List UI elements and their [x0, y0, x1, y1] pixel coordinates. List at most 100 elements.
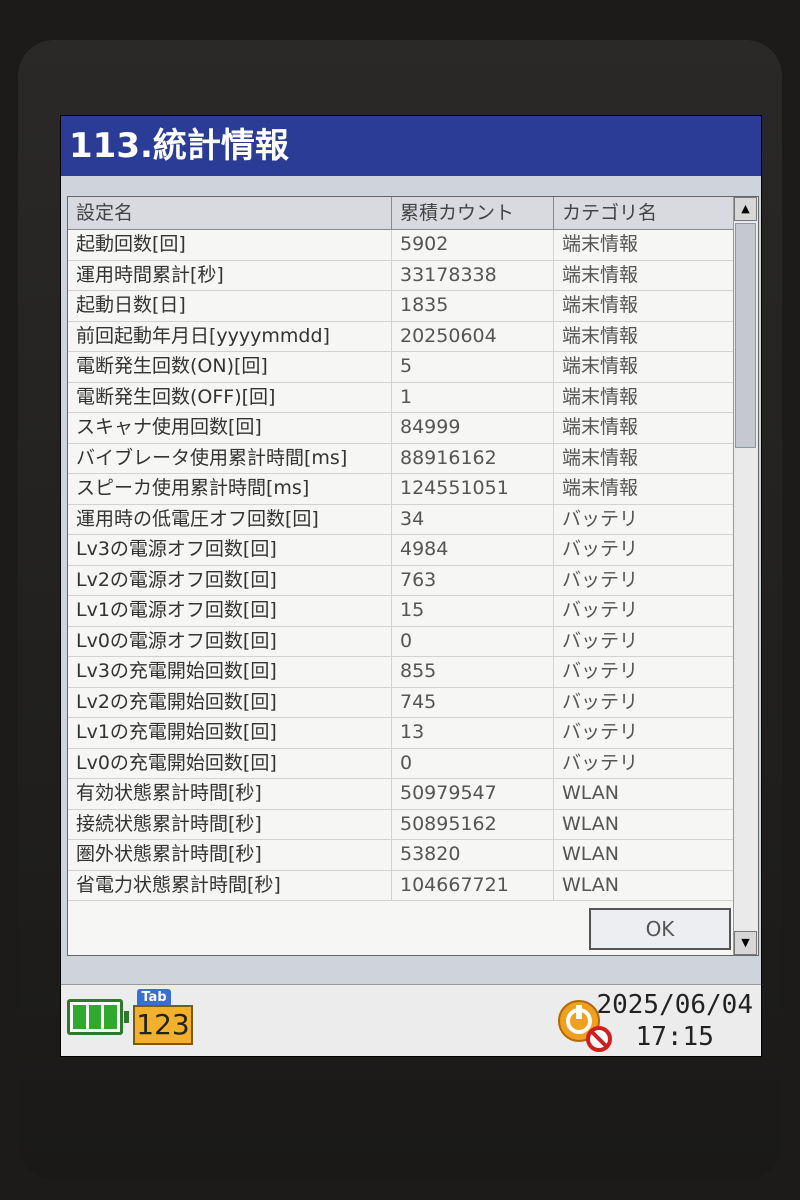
table-row[interactable]: 起動回数[回] 5902 端末情報	[68, 230, 734, 261]
page-title: 113.統計情報	[61, 116, 761, 176]
ok-button[interactable]: OK	[589, 908, 731, 950]
table-row[interactable]: Lv0の充電開始回数[回] 0 バッテリ	[68, 748, 734, 779]
table-row[interactable]: バイブレータ使用累計時間[ms] 88916162 端末情報	[68, 443, 734, 474]
scroll-up-arrow-icon[interactable]: ▲	[734, 197, 757, 221]
cell-setting-name: スピーカ使用累計時間[ms]	[68, 474, 392, 504]
table-header: 設定名 累積カウント カテゴリ名	[68, 197, 734, 230]
table-row[interactable]: 省電力状態累計時間[秒] 104667721 WLAN	[68, 870, 734, 901]
cell-category: WLAN	[554, 779, 734, 809]
cell-category: バッテリ	[554, 657, 734, 687]
table-row[interactable]: スピーカ使用累計時間[ms] 124551051 端末情報	[68, 474, 734, 505]
cell-category: バッテリ	[554, 718, 734, 748]
time-text: 17:15	[635, 1022, 714, 1052]
cell-category: 端末情報	[554, 443, 734, 473]
cell-setting-name: Lv1の充電開始回数[回]	[68, 718, 392, 748]
cell-setting-name: 接続状態累計時間[秒]	[68, 809, 392, 839]
cell-category: バッテリ	[554, 504, 734, 534]
battery-full-icon[interactable]	[67, 999, 129, 1035]
cell-setting-name: Lv0の電源オフ回数[回]	[68, 626, 392, 656]
cell-count: 13	[392, 718, 554, 748]
table-row[interactable]: スキャナ使用回数[回] 84999 端末情報	[68, 413, 734, 444]
column-header-count[interactable]: 累積カウント	[392, 197, 554, 229]
cell-count: 4984	[392, 535, 554, 565]
cell-count: 0	[392, 626, 554, 656]
cell-count: 0	[392, 748, 554, 778]
cell-category: バッテリ	[554, 565, 734, 595]
cell-setting-name: Lv3の電源オフ回数[回]	[68, 535, 392, 565]
cell-setting-name: 電断発生回数(OFF)[回]	[68, 382, 392, 412]
column-header-category[interactable]: カテゴリ名	[554, 197, 734, 229]
table-row[interactable]: Lv1の充電開始回数[回] 13 バッテリ	[68, 718, 734, 749]
vertical-scrollbar[interactable]: ▲ ▼	[733, 197, 758, 955]
date-text: 2025/06/04	[596, 990, 753, 1020]
cell-count: 745	[392, 687, 554, 717]
cell-setting-name: 起動回数[回]	[68, 230, 392, 260]
table-row[interactable]: 運用時間累計[秒] 33178338 端末情報	[68, 260, 734, 291]
cell-count: 855	[392, 657, 554, 687]
cell-count: 124551051	[392, 474, 554, 504]
cell-setting-name: 運用時の低電圧オフ回数[回]	[68, 504, 392, 534]
cell-setting-name: Lv1の電源オフ回数[回]	[68, 596, 392, 626]
table-row[interactable]: Lv3の充電開始回数[回] 855 バッテリ	[68, 657, 734, 688]
table-row[interactable]: 電断発生回数(OFF)[回] 1 端末情報	[68, 382, 734, 413]
cell-setting-name: 運用時間累計[秒]	[68, 260, 392, 290]
clock[interactable]: 2025/06/04 17:15	[596, 989, 753, 1053]
table-row[interactable]: 有効状態累計時間[秒] 50979547 WLAN	[68, 779, 734, 810]
column-header-setting-name[interactable]: 設定名	[68, 197, 392, 229]
cell-category: 端末情報	[554, 260, 734, 290]
cell-category: バッテリ	[554, 687, 734, 717]
cell-setting-name: 前回起動年月日[yyyymmdd]	[68, 321, 392, 351]
cell-setting-name: バイブレータ使用累計時間[ms]	[68, 443, 392, 473]
scrollbar-thumb[interactable]	[735, 223, 756, 448]
cell-setting-name: 起動日数[日]	[68, 291, 392, 321]
scroll-down-arrow-icon[interactable]: ▼	[734, 931, 757, 955]
cell-count: 84999	[392, 413, 554, 443]
cell-count: 1835	[392, 291, 554, 321]
table-row[interactable]: 接続状態累計時間[秒] 50895162 WLAN	[68, 809, 734, 840]
cell-category: 端末情報	[554, 413, 734, 443]
taskbar: Tab 123 2025/06/04 17:15	[61, 984, 761, 1056]
cell-category: WLAN	[554, 870, 734, 900]
cell-category: バッテリ	[554, 596, 734, 626]
table-row[interactable]: Lv0の電源オフ回数[回] 0 バッテリ	[68, 626, 734, 657]
table-row[interactable]: 電断発生回数(ON)[回] 5 端末情報	[68, 352, 734, 383]
cell-category: 端末情報	[554, 291, 734, 321]
table-row[interactable]: Lv3の電源オフ回数[回] 4984 バッテリ	[68, 535, 734, 566]
cell-category: バッテリ	[554, 535, 734, 565]
cell-setting-name: Lv2の充電開始回数[回]	[68, 687, 392, 717]
table-row[interactable]: Lv2の充電開始回数[回] 745 バッテリ	[68, 687, 734, 718]
table-row[interactable]: 前回起動年月日[yyyymmdd] 20250604 端末情報	[68, 321, 734, 352]
table-row[interactable]: 運用時の低電圧オフ回数[回] 34 バッテリ	[68, 504, 734, 535]
cell-count: 15	[392, 596, 554, 626]
statistics-list[interactable]: 設定名 累積カウント カテゴリ名 起動回数[回] 5902 端末情報 運用時間累計[秒…	[67, 196, 759, 956]
table-row[interactable]: 圏外状態累計時間[秒] 53820 WLAN	[68, 840, 734, 871]
cell-count: 104667721	[392, 870, 554, 900]
cell-category: 端末情報	[554, 321, 734, 351]
table-row[interactable]: 起動日数[日] 1835 端末情報	[68, 291, 734, 322]
cell-category: バッテリ	[554, 626, 734, 656]
cell-category: 端末情報	[554, 474, 734, 504]
cell-category: 端末情報	[554, 230, 734, 260]
cell-count: 50895162	[392, 809, 554, 839]
cell-setting-name: Lv3の充電開始回数[回]	[68, 657, 392, 687]
cell-setting-name: スキャナ使用回数[回]	[68, 413, 392, 443]
cell-count: 5902	[392, 230, 554, 260]
table-body: 起動回数[回] 5902 端末情報 運用時間累計[秒] 33178338 端末情報 起動日数…	[68, 230, 734, 901]
cell-count: 763	[392, 565, 554, 595]
cell-count: 34	[392, 504, 554, 534]
cell-category: WLAN	[554, 809, 734, 839]
cell-setting-name: 圏外状態累計時間[秒]	[68, 840, 392, 870]
cell-count: 20250604	[392, 321, 554, 351]
cell-setting-name: 省電力状態累計時間[秒]	[68, 870, 392, 900]
device-screen: 113.統計情報 設定名 累積カウント カテゴリ名 起動回数[回] 5902 端末情…	[60, 115, 762, 1057]
table-row[interactable]: Lv1の電源オフ回数[回] 15 バッテリ	[68, 596, 734, 627]
table-row[interactable]: Lv2の電源オフ回数[回] 763 バッテリ	[68, 565, 734, 596]
cell-category: 端末情報	[554, 382, 734, 412]
cell-count: 53820	[392, 840, 554, 870]
input-mode-indicator[interactable]: Tab 123	[133, 989, 197, 1047]
cell-category: 端末情報	[554, 352, 734, 382]
input-mode-label: 123	[133, 1005, 193, 1045]
cell-category: バッテリ	[554, 748, 734, 778]
cell-count: 1	[392, 382, 554, 412]
cell-setting-name: Lv2の電源オフ回数[回]	[68, 565, 392, 595]
